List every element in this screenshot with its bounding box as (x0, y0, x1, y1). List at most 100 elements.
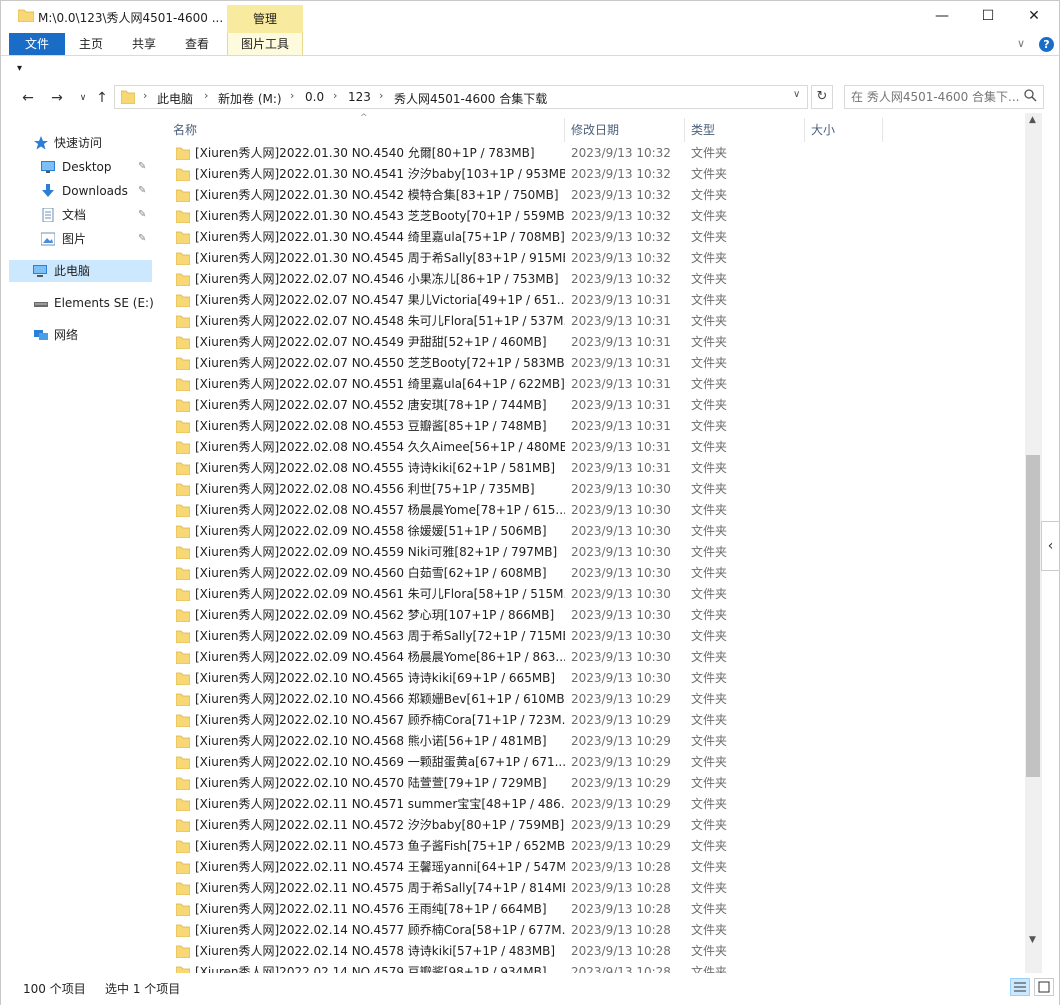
sidebar-item-documents[interactable]: 文档 ✎ (1, 204, 153, 226)
table-row[interactable]: [Xiuren秀人网]2022.02.11 NO.4571 summer宝宝[4… (171, 794, 871, 815)
back-button[interactable]: ← (18, 88, 38, 108)
scroll-down-icon[interactable]: ▼ (1029, 935, 1036, 945)
pin-icon[interactable]: ✎ (138, 156, 146, 178)
table-row[interactable]: [Xiuren秀人网]2022.02.08 NO.4554 久久Aimee[56… (171, 437, 871, 458)
breadcrumb-folder-0-0[interactable]: 0.0 (305, 90, 324, 104)
table-row[interactable]: [Xiuren秀人网]2022.01.30 NO.4543 芝芝Booty[70… (171, 206, 871, 227)
tab-share[interactable]: 共享 (122, 33, 166, 55)
file-date: 2023/9/13 10:29 (571, 818, 671, 832)
breadcrumb-folder-123[interactable]: 123 (348, 90, 371, 104)
table-row[interactable]: [Xiuren秀人网]2022.02.11 NO.4575 周于希Sally[7… (171, 878, 871, 899)
folder-icon (176, 672, 190, 685)
minimize-button[interactable]: — (919, 1, 965, 33)
refresh-button[interactable]: ↻ (811, 85, 833, 109)
tab-file[interactable]: 文件 (9, 33, 65, 55)
breadcrumb-drive[interactable]: 新加卷 (M:) (218, 90, 282, 107)
table-row[interactable]: [Xiuren秀人网]2022.01.30 NO.4540 允爾[80+1P /… (171, 143, 871, 164)
tab-picture-tools[interactable]: 图片工具 (227, 33, 303, 55)
table-row[interactable]: [Xiuren秀人网]2022.02.09 NO.4558 徐媛媛[51+1P … (171, 521, 871, 542)
breadcrumb-separator[interactable]: › (204, 89, 208, 102)
tab-view[interactable]: 查看 (175, 33, 219, 55)
table-row[interactable]: [Xiuren秀人网]2022.02.09 NO.4561 朱可儿Flora[5… (171, 584, 871, 605)
file-name: [Xiuren秀人网]2022.02.11 NO.4571 summer宝宝[4… (195, 797, 565, 811)
search-icon[interactable] (1024, 89, 1037, 102)
folder-icon (176, 819, 190, 832)
breadcrumb-separator[interactable]: › (143, 89, 147, 102)
scroll-up-icon[interactable]: ▲ (1029, 115, 1036, 125)
pin-icon[interactable]: ✎ (138, 180, 146, 202)
table-row[interactable]: [Xiuren秀人网]2022.02.07 NO.4552 唐安琪[78+1P … (171, 395, 871, 416)
file-date: 2023/9/13 10:28 (571, 860, 671, 874)
table-row[interactable]: [Xiuren秀人网]2022.02.07 NO.4546 小果冻儿[86+1P… (171, 269, 871, 290)
sidebar-item-drive-e[interactable]: Elements SE (E:) (1, 292, 154, 314)
column-header-size[interactable]: 大小 (805, 118, 883, 142)
table-row[interactable]: [Xiuren秀人网]2022.02.10 NO.4569 一颗甜蛋黄a[67+… (171, 752, 871, 773)
table-row[interactable]: [Xiuren秀人网]2022.02.08 NO.4553 豆瓣酱[85+1P … (171, 416, 871, 437)
table-row[interactable]: [Xiuren秀人网]2022.02.07 NO.4548 朱可儿Flora[5… (171, 311, 871, 332)
up-button[interactable]: ↑ (92, 88, 112, 108)
sidebar-item-pictures[interactable]: 图片 ✎ (1, 228, 153, 250)
sidebar-item-downloads[interactable]: Downloads ✎ (1, 180, 153, 202)
forward-button[interactable]: → (47, 88, 67, 108)
large-icons-view-button[interactable] (1034, 978, 1054, 996)
column-header-date[interactable]: 修改日期 (565, 118, 685, 142)
ribbon-expand-chevron-icon[interactable]: ∨ (1017, 37, 1025, 50)
breadcrumb-separator[interactable]: › (333, 89, 337, 102)
table-row[interactable]: [Xiuren秀人网]2022.01.30 NO.4545 周于希Sally[8… (171, 248, 871, 269)
sidebar-item-this-pc[interactable]: 此电脑 (9, 260, 152, 282)
breadcrumb-current-folder[interactable]: 秀人网4501-4600 合集下载 (394, 90, 547, 107)
table-row[interactable]: [Xiuren秀人网]2022.02.09 NO.4563 周于希Sally[7… (171, 626, 871, 647)
address-bar[interactable]: › 此电脑 › 新加卷 (M:) › 0.0 › 123 › 秀人网4501-4… (114, 85, 808, 109)
close-button[interactable]: ✕ (1011, 1, 1057, 33)
scrollbar-thumb[interactable] (1026, 455, 1040, 777)
pin-icon[interactable]: ✎ (138, 228, 146, 250)
table-row[interactable]: [Xiuren秀人网]2022.02.10 NO.4566 郑颖姗Bev[61+… (171, 689, 871, 710)
table-row[interactable]: [Xiuren秀人网]2022.02.14 NO.4579 豆瓣酱[98+1P … (171, 962, 871, 973)
tab-home[interactable]: 主页 (69, 33, 113, 55)
column-header-type[interactable]: 类型 (685, 118, 805, 142)
table-row[interactable]: [Xiuren秀人网]2022.02.10 NO.4567 顾乔楠Cora[71… (171, 710, 871, 731)
sidebar-item-desktop[interactable]: Desktop ✎ (1, 156, 153, 178)
table-row[interactable]: [Xiuren秀人网]2022.02.07 NO.4549 尹甜甜[52+1P … (171, 332, 871, 353)
table-row[interactable]: [Xiuren秀人网]2022.01.30 NO.4542 模特合集[83+1P… (171, 185, 871, 206)
table-row[interactable]: [Xiuren秀人网]2022.02.10 NO.4565 诗诗kiki[69+… (171, 668, 871, 689)
column-header-name[interactable]: 名称 (167, 118, 565, 142)
breadcrumb-separator[interactable]: › (379, 89, 383, 102)
search-box[interactable] (844, 85, 1044, 109)
search-input[interactable] (851, 87, 1021, 107)
table-row[interactable]: [Xiuren秀人网]2022.02.10 NO.4570 陆萱萱[79+1P … (171, 773, 871, 794)
recent-locations-button[interactable]: ∨ (73, 88, 93, 108)
qat-customize-icon[interactable]: ▾ (17, 63, 22, 74)
breadcrumb-this-pc[interactable]: 此电脑 (157, 90, 193, 107)
maximize-button[interactable]: ☐ (965, 1, 1011, 33)
table-row[interactable]: [Xiuren秀人网]2022.02.07 NO.4551 绮里嘉ula[64+… (171, 374, 871, 395)
collapse-panel-chevron-icon[interactable]: ‹ (1041, 521, 1059, 571)
item-count: 100 个项目 (23, 982, 86, 996)
table-row[interactable]: [Xiuren秀人网]2022.02.08 NO.4557 杨晨晨Yome[78… (171, 500, 871, 521)
details-view-button[interactable] (1010, 978, 1030, 996)
sidebar-item-quick-access[interactable]: 快速访问 (1, 132, 153, 154)
help-icon[interactable]: ? (1039, 37, 1054, 52)
table-row[interactable]: [Xiuren秀人网]2022.02.08 NO.4555 诗诗kiki[62+… (171, 458, 871, 479)
table-row[interactable]: [Xiuren秀人网]2022.02.07 NO.4547 果儿Victoria… (171, 290, 871, 311)
breadcrumb-separator[interactable]: › (290, 89, 294, 102)
vertical-scrollbar[interactable]: ▲ ▼ (1025, 113, 1042, 973)
table-row[interactable]: [Xiuren秀人网]2022.02.09 NO.4564 杨晨晨Yome[86… (171, 647, 871, 668)
table-row[interactable]: [Xiuren秀人网]2022.02.07 NO.4550 芝芝Booty[72… (171, 353, 871, 374)
table-row[interactable]: [Xiuren秀人网]2022.02.10 NO.4568 熊小诺[56+1P … (171, 731, 871, 752)
table-row[interactable]: [Xiuren秀人网]2022.02.09 NO.4562 梦心玥[107+1P… (171, 605, 871, 626)
table-row[interactable]: [Xiuren秀人网]2022.02.08 NO.4556 利世[75+1P /… (171, 479, 871, 500)
sidebar-item-network[interactable]: 网络 (1, 324, 153, 346)
table-row[interactable]: [Xiuren秀人网]2022.02.09 NO.4560 白茹雪[62+1P … (171, 563, 871, 584)
table-row[interactable]: [Xiuren秀人网]2022.02.14 NO.4578 诗诗kiki[57+… (171, 941, 871, 962)
address-dropdown-icon[interactable]: ∨ (793, 89, 800, 100)
table-row[interactable]: [Xiuren秀人网]2022.02.11 NO.4573 鱼子酱Fish[75… (171, 836, 871, 857)
pin-icon[interactable]: ✎ (138, 204, 146, 226)
table-row[interactable]: [Xiuren秀人网]2022.01.30 NO.4541 汐汐baby[103… (171, 164, 871, 185)
table-row[interactable]: [Xiuren秀人网]2022.02.11 NO.4576 王雨纯[78+1P … (171, 899, 871, 920)
table-row[interactable]: [Xiuren秀人网]2022.02.09 NO.4559 Niki可雅[82+… (171, 542, 871, 563)
table-row[interactable]: [Xiuren秀人网]2022.02.11 NO.4574 王馨瑶yanni[6… (171, 857, 871, 878)
table-row[interactable]: [Xiuren秀人网]2022.02.14 NO.4577 顾乔楠Cora[58… (171, 920, 871, 941)
table-row[interactable]: [Xiuren秀人网]2022.02.11 NO.4572 汐汐baby[80+… (171, 815, 871, 836)
table-row[interactable]: [Xiuren秀人网]2022.01.30 NO.4544 绮里嘉ula[75+… (171, 227, 871, 248)
